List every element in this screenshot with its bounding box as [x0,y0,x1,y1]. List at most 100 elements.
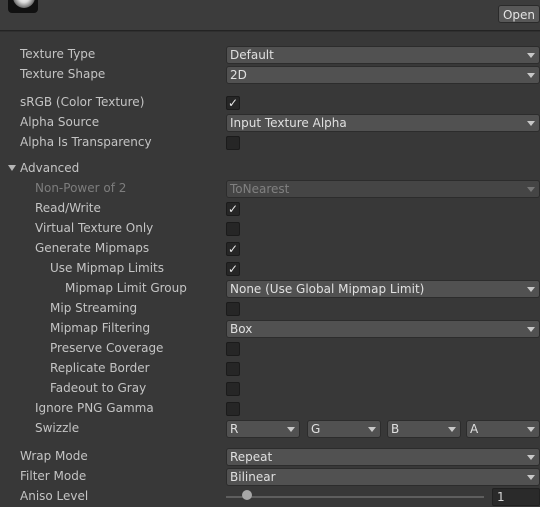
texture-preview-image [13,0,35,8]
dropdown-arrow-icon [448,427,456,432]
non-power-of-2-row: Non-Power of 2 ToNearest [0,179,540,199]
srgb-row: sRGB (Color Texture) ✓ [0,93,540,113]
generate-mipmaps-checkbox[interactable]: ✓ [226,242,240,256]
swizzle-b-value: B [391,422,400,436]
ignore-png-gamma-checkbox[interactable] [226,402,240,416]
texture-type-label: Texture Type [20,47,96,61]
texture-shape-value: 2D [230,68,247,82]
preserve-coverage-row: Preserve Coverage [0,339,540,359]
mip-streaming-checkbox[interactable] [226,302,240,316]
texture-shape-row: Texture Shape 2D [0,65,540,85]
aniso-level-row: Aniso Level 1 [0,487,540,507]
mipmap-filtering-label: Mipmap Filtering [50,321,151,335]
checkmark-icon: ✓ [228,242,239,256]
non-power-of-2-dropdown: ToNearest [226,180,540,198]
advanced-label: Advanced [20,161,80,175]
alpha-source-dropdown[interactable]: Input Texture Alpha [226,114,540,132]
swizzle-r-dropdown[interactable]: R [226,420,300,438]
mip-streaming-row: Mip Streaming [0,299,540,319]
texture-type-dropdown[interactable]: Default [226,46,540,64]
srgb-label: sRGB (Color Texture) [20,95,145,109]
swizzle-a-dropdown[interactable]: A [466,420,540,438]
read-write-row: Read/Write ✓ [0,199,540,219]
alpha-is-transparency-checkbox[interactable] [226,136,240,150]
fadeout-to-gray-row: Fadeout to Gray [0,379,540,399]
virtual-texture-only-label: Virtual Texture Only [35,221,154,235]
wrap-mode-label: Wrap Mode [20,449,88,463]
texture-shape-label: Texture Shape [20,67,106,81]
replicate-border-row: Replicate Border [0,359,540,379]
dropdown-arrow-icon [368,427,376,432]
dropdown-arrow-icon [527,53,535,58]
swizzle-g-dropdown[interactable]: G [307,420,381,438]
filter-mode-dropdown[interactable]: Bilinear [226,468,540,486]
wrap-mode-dropdown[interactable]: Repeat [226,448,540,466]
advanced-foldout[interactable]: Advanced [0,159,540,179]
ignore-png-gamma-label: Ignore PNG Gamma [35,401,154,415]
wrap-mode-row: Wrap Mode Repeat [0,447,540,467]
dropdown-arrow-icon [527,427,535,432]
aniso-level-slider[interactable] [226,496,484,498]
read-write-checkbox[interactable]: ✓ [226,202,240,216]
dropdown-arrow-icon [527,475,535,480]
checkmark-icon: ✓ [228,96,239,110]
replicate-border-checkbox[interactable] [226,362,240,376]
foldout-expanded-icon[interactable] [8,165,16,171]
use-mipmap-limits-checkbox[interactable]: ✓ [226,262,240,276]
alpha-is-transparency-label: Alpha Is Transparency [20,135,152,149]
aniso-level-slider-handle[interactable] [242,490,252,500]
mipmap-filtering-row: Mipmap Filtering Box [0,319,540,339]
preserve-coverage-checkbox[interactable] [226,342,240,356]
inspector-header: Open [0,0,540,31]
srgb-checkbox[interactable]: ✓ [226,96,240,110]
wrap-mode-value: Repeat [230,450,273,464]
mipmap-filtering-dropdown[interactable]: Box [226,320,540,338]
header-divider [0,31,540,32]
virtual-texture-only-checkbox[interactable] [226,222,240,236]
read-write-label: Read/Write [35,201,101,215]
swizzle-b-dropdown[interactable]: B [387,420,461,438]
use-mipmap-limits-row: Use Mipmap Limits ✓ [0,259,540,279]
use-mipmap-limits-label: Use Mipmap Limits [50,261,165,275]
texture-type-row: Texture Type Default [0,45,540,65]
ignore-png-gamma-row: Ignore PNG Gamma [0,399,540,419]
generate-mipmaps-row: Generate Mipmaps ✓ [0,239,540,259]
replicate-border-label: Replicate Border [50,361,150,375]
fadeout-to-gray-label: Fadeout to Gray [50,381,147,395]
alpha-source-value: Input Texture Alpha [230,116,347,130]
checkmark-icon: ✓ [228,202,239,216]
non-power-of-2-value: ToNearest [230,182,290,196]
swizzle-a-value: A [470,422,479,436]
aniso-level-value: 1 [497,490,505,504]
filter-mode-label: Filter Mode [20,469,87,483]
swizzle-r-value: R [230,422,239,436]
mip-streaming-label: Mip Streaming [50,301,138,315]
mipmap-filtering-value: Box [230,322,253,336]
dropdown-arrow-icon [527,121,535,126]
filter-mode-value: Bilinear [230,470,276,484]
swizzle-g-value: G [311,422,321,436]
aniso-level-input[interactable]: 1 [492,488,540,506]
generate-mipmaps-label: Generate Mipmaps [35,241,150,255]
preserve-coverage-label: Preserve Coverage [50,341,164,355]
dropdown-arrow-icon [527,455,535,460]
texture-shape-dropdown[interactable]: 2D [226,66,540,84]
open-button[interactable]: Open [498,5,540,23]
dropdown-arrow-icon [527,187,535,192]
fadeout-to-gray-checkbox[interactable] [226,382,240,396]
dropdown-arrow-icon [527,73,535,78]
alpha-source-row: Alpha Source Input Texture Alpha [0,113,540,133]
dropdown-arrow-icon [527,327,535,332]
swizzle-label: Swizzle [35,421,80,435]
mipmap-limit-group-label: Mipmap Limit Group [65,281,187,295]
alpha-is-transparency-row: Alpha Is Transparency [0,133,540,153]
filter-mode-row: Filter Mode Bilinear [0,467,540,487]
virtual-texture-only-row: Virtual Texture Only [0,219,540,239]
mipmap-limit-group-dropdown[interactable]: None (Use Global Mipmap Limit) [226,280,540,298]
mipmap-limit-group-row: Mipmap Limit Group None (Use Global Mipm… [0,279,540,299]
alpha-source-label: Alpha Source [20,115,100,129]
dropdown-arrow-icon [287,427,295,432]
checkmark-icon: ✓ [228,262,239,276]
texture-preview-thumbnail [8,0,38,13]
dropdown-arrow-icon [527,287,535,292]
